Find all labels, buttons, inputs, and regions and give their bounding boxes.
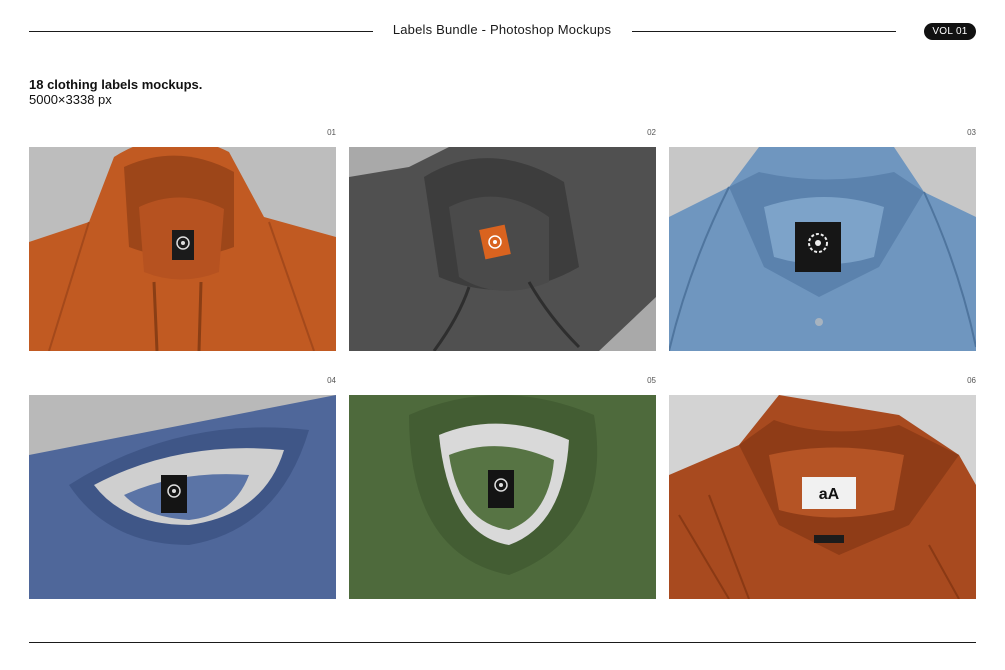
- intro-heading: 18 clothing labels mockups.: [29, 77, 203, 92]
- mockup-image-blue-crewneck[interactable]: [29, 395, 336, 599]
- footer-rule: [29, 642, 976, 643]
- mockup-number: 06: [967, 376, 976, 385]
- mockup-number: 04: [327, 376, 336, 385]
- header-rule-left: [29, 31, 373, 32]
- mockup-image-grey-hoodie[interactable]: [349, 147, 656, 351]
- mockup-number: 02: [647, 128, 656, 137]
- page-title: Labels Bundle - Photoshop Mockups: [392, 22, 612, 37]
- label-text: aA: [819, 486, 840, 503]
- mockup-number: 03: [967, 128, 976, 137]
- volume-badge: VOL 01: [924, 23, 976, 40]
- mockup-image-corduroy-shirt[interactable]: aA: [669, 395, 976, 599]
- header-rule-right: [632, 31, 896, 32]
- mockup-image-green-crewneck[interactable]: [349, 395, 656, 599]
- mockup-number: 05: [647, 376, 656, 385]
- mockup-image-orange-hoodie[interactable]: [29, 147, 336, 351]
- mockup-number: 01: [327, 128, 336, 137]
- mockup-image-denim-shirt[interactable]: [669, 147, 976, 351]
- intro-subheading: 5000×3338 px: [29, 92, 112, 107]
